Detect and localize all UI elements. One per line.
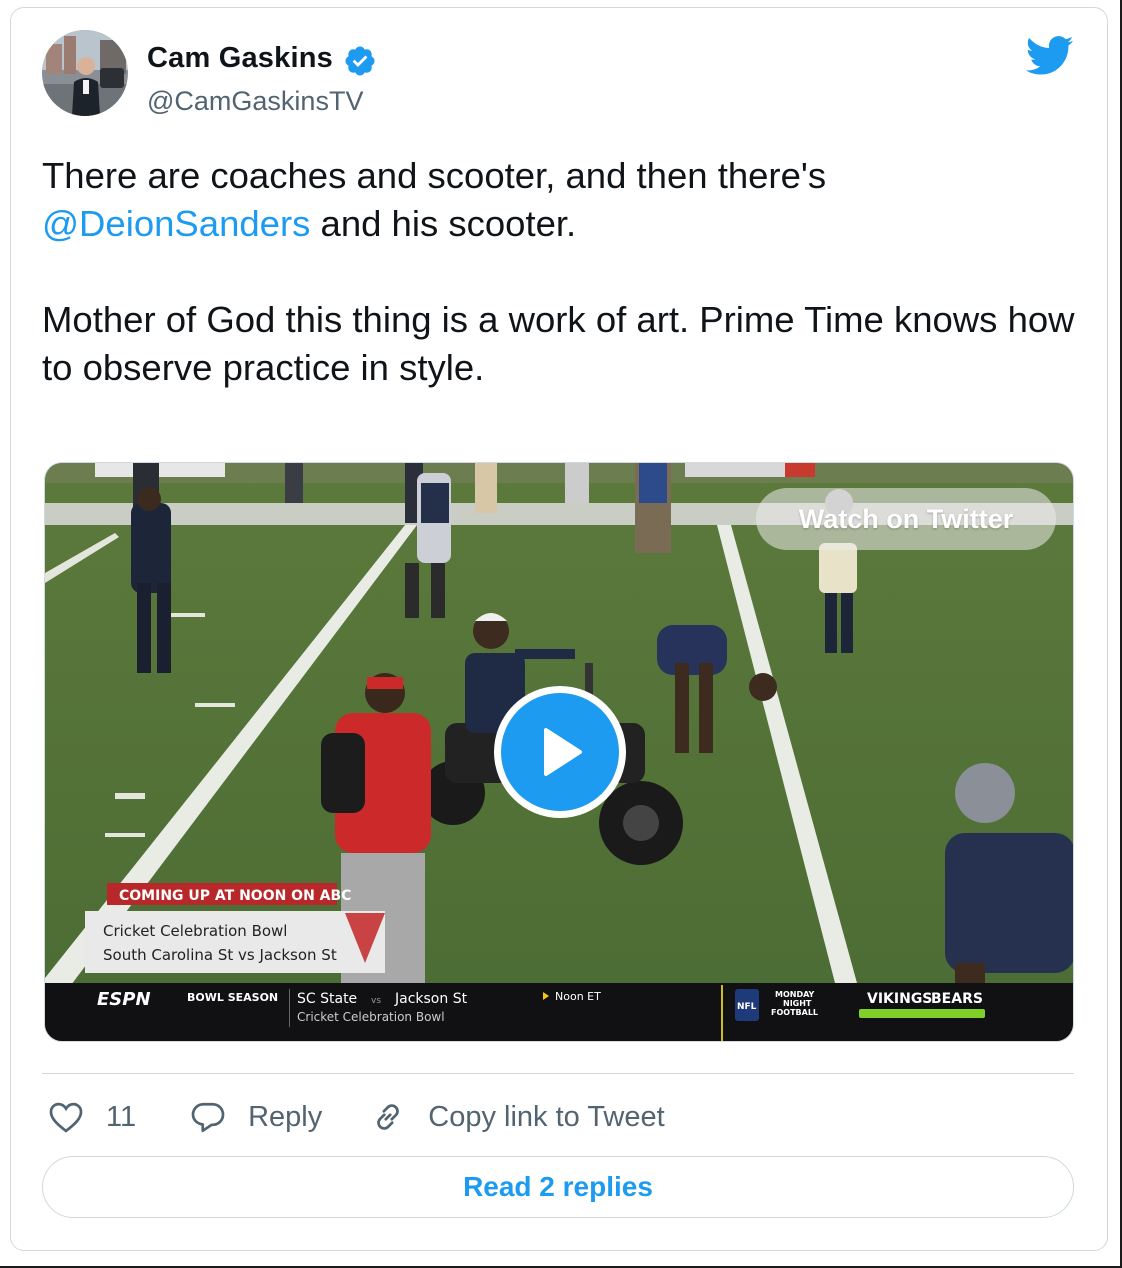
- mnf-line-2: NIGHT: [783, 999, 812, 1008]
- reply-button[interactable]: Reply: [190, 1100, 322, 1134]
- tweet-paragraph-1: There are coaches and scooter, and then …: [42, 152, 1082, 248]
- ticker-team-left: SC State: [297, 991, 357, 1007]
- promo-line-1: Cricket Celebration Bowl: [103, 922, 287, 940]
- mention-link[interactable]: @DeionSanders: [42, 203, 310, 244]
- ticker-team-right: Jackson St: [394, 991, 468, 1007]
- avatar[interactable]: [42, 30, 128, 116]
- ticker-segment: BOWL SEASON: [187, 991, 278, 1004]
- author-name[interactable]: Cam Gaskins: [147, 42, 333, 75]
- espn-logo: ESPN: [97, 989, 151, 1010]
- divider: [42, 1073, 1074, 1074]
- copy-link-label: Copy link to Tweet: [428, 1100, 665, 1133]
- promo-header: COMING UP AT NOON ON ABC: [119, 888, 351, 904]
- nfl-shield-text: NFL: [737, 1002, 757, 1012]
- ticker-game-name: Cricket Celebration Bowl: [297, 1010, 445, 1024]
- matchup-right: BEARS: [931, 991, 983, 1007]
- ticker-versus: vs: [371, 996, 381, 1006]
- twitter-bird-icon[interactable]: [1025, 36, 1075, 76]
- play-icon: [501, 693, 619, 811]
- heart-icon: [48, 1100, 84, 1134]
- reply-icon: [190, 1100, 226, 1134]
- play-button[interactable]: [494, 686, 626, 818]
- link-icon: [370, 1099, 406, 1135]
- mnf-line-3: FOOTBALL: [771, 1008, 818, 1017]
- verified-badge-icon: [343, 44, 377, 78]
- tweet-text-line1: There are coaches and scooter, and then …: [42, 155, 827, 196]
- tweet-text-line1-end: and his scooter.: [310, 203, 577, 244]
- mnf-line-1: MONDAY: [775, 990, 815, 999]
- ticker-time: Noon ET: [555, 990, 601, 1003]
- author-handle[interactable]: @CamGaskinsTV: [147, 86, 363, 117]
- like-count: 11: [106, 1100, 137, 1133]
- tweet-paragraph-2: Mother of God this thing is a work of ar…: [42, 299, 1075, 388]
- matchup-left: VIKINGS: [867, 991, 932, 1007]
- tweet-text: There are coaches and scooter, and then …: [42, 152, 1082, 392]
- read-replies-button[interactable]: Read 2 replies: [42, 1156, 1074, 1218]
- watch-on-twitter-button[interactable]: Watch on Twitter: [756, 488, 1056, 550]
- copy-link-button[interactable]: Copy link to Tweet: [370, 1099, 665, 1135]
- like-button[interactable]: 11: [42, 1100, 136, 1134]
- action-bar: 11 Reply Copy link to Tweet: [42, 1092, 665, 1142]
- reply-label: Reply: [248, 1100, 323, 1133]
- promo-line-2: South Carolina St vs Jackson St: [103, 946, 337, 964]
